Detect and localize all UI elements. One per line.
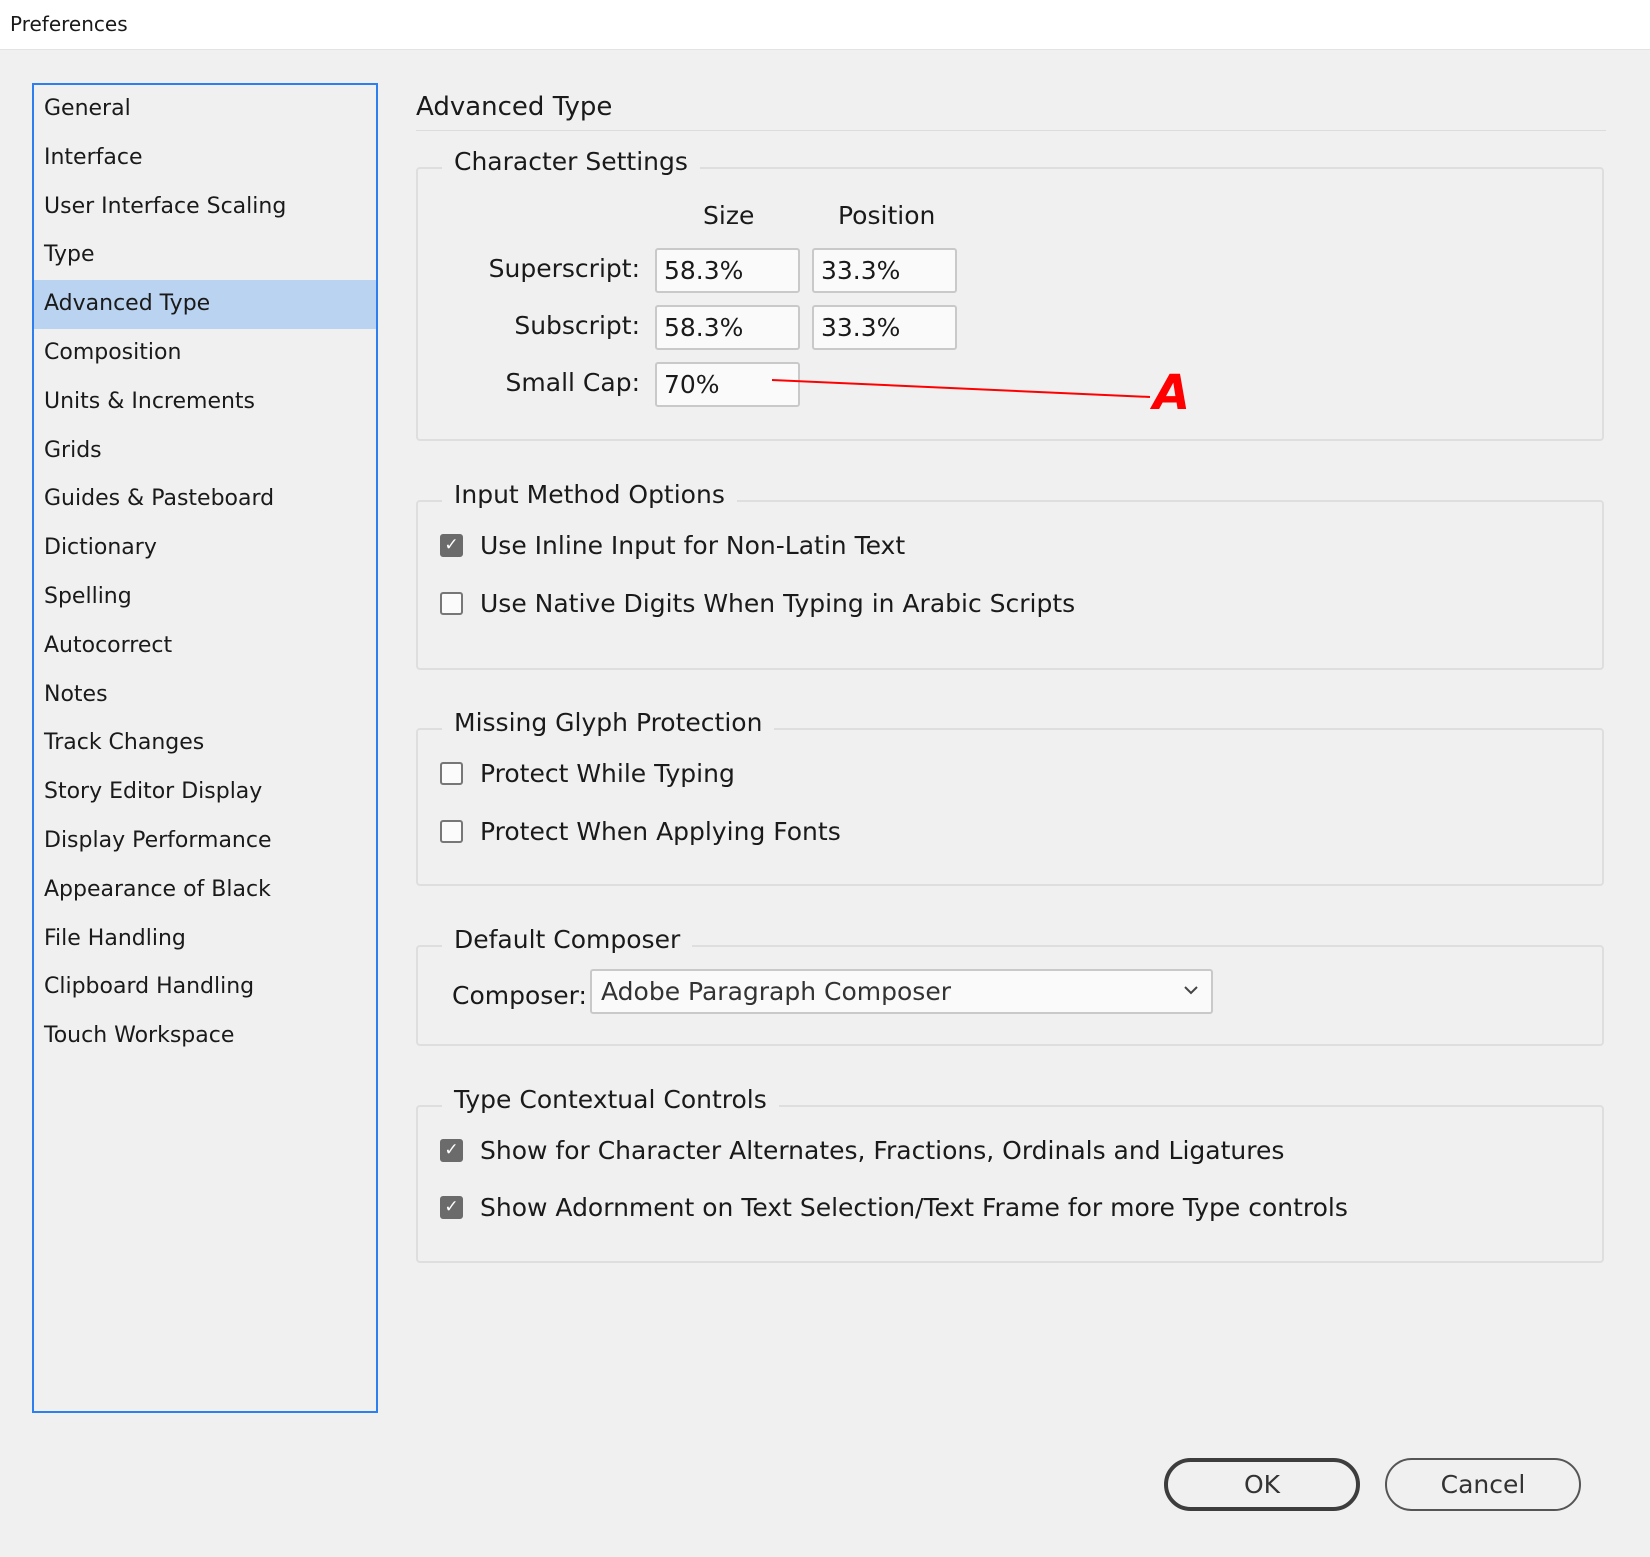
size-column-header: Size [703,201,755,230]
sidebar-item-general[interactable]: General [34,85,376,134]
composer-label: Composer: [452,981,587,1010]
default-composer-group: Default Composer Composer: Adobe Paragra… [416,925,1604,1046]
missing-glyph-protection-legend: Missing Glyph Protection [442,708,775,737]
sidebar-item-user-interface-scaling[interactable]: User Interface Scaling [34,183,376,232]
superscript-size-field[interactable]: 58.3% [655,248,800,293]
native-digits-label: Use Native Digits When Typing in Arabic … [480,588,1076,618]
subscript-label: Subscript: [514,311,640,340]
ok-button[interactable]: OK [1164,1458,1360,1511]
protect-applying-fonts-checkbox[interactable] [440,819,463,843]
position-column-header: Position [838,201,936,230]
inline-input-label: Use Inline Input for Non-Latin Text [480,530,906,560]
protect-while-typing-label: Protect While Typing [480,758,735,788]
sidebar-item-interface[interactable]: Interface [34,134,376,183]
sidebar-item-story-editor-display[interactable]: Story Editor Display [34,768,376,817]
show-adornment-option[interactable]: ✓ Show Adornment on Text Selection/Text … [440,1190,1348,1224]
character-alternates-label: Show for Character Alternates, Fractions… [480,1135,1285,1165]
sidebar-item-units-and-increments[interactable]: Units & Increments [34,378,376,427]
character-settings-legend: Character Settings [442,147,700,176]
show-adornment-checkbox[interactable]: ✓ [440,1195,463,1219]
preferences-category-list[interactable]: General Interface User Interface Scaling Ty… [32,83,378,1413]
composer-select[interactable]: Adobe Paragraph Composer [590,969,1213,1014]
sidebar-item-dictionary[interactable]: Dictionary [34,524,376,573]
cancel-button[interactable]: Cancel [1385,1458,1581,1511]
native-digits-checkbox[interactable] [440,591,463,615]
superscript-position-field[interactable]: 33.3% [812,248,957,293]
sidebar-item-notes[interactable]: Notes [34,671,376,720]
panel-divider [416,130,1606,131]
default-composer-legend: Default Composer [442,925,693,954]
sidebar-item-guides-and-pasteboard[interactable]: Guides & Pasteboard [34,475,376,524]
composer-select-value: Adobe Paragraph Composer [601,977,951,1006]
inline-input-option[interactable]: ✓ Use Inline Input for Non-Latin Text [440,528,905,562]
protect-applying-fonts-option[interactable]: Protect When Applying Fonts [440,814,841,848]
sidebar-item-grids[interactable]: Grids [34,427,376,476]
subscript-size-field[interactable]: 58.3% [655,305,800,350]
protect-while-typing-checkbox[interactable] [440,761,463,785]
small-cap-label: Small Cap: [505,368,640,397]
superscript-label: Superscript: [488,254,640,283]
native-digits-option[interactable]: Use Native Digits When Typing in Arabic … [440,586,1075,620]
show-adornment-label: Show Adornment on Text Selection/Text Fr… [480,1192,1348,1222]
sidebar-item-display-performance[interactable]: Display Performance [34,817,376,866]
sidebar-item-touch-workspace[interactable]: Touch Workspace [34,1012,376,1061]
sidebar-item-composition[interactable]: Composition [34,329,376,378]
sidebar-item-spelling[interactable]: Spelling [34,573,376,622]
sidebar-item-clipboard-handling[interactable]: Clipboard Handling [34,963,376,1012]
small-cap-size-field[interactable]: 70% [655,362,800,407]
sidebar-item-type[interactable]: Type [34,231,376,280]
type-contextual-controls-legend: Type Contextual Controls [442,1085,779,1114]
inline-input-checkbox[interactable]: ✓ [440,533,463,557]
protect-while-typing-option[interactable]: Protect While Typing [440,756,735,790]
protect-applying-fonts-label: Protect When Applying Fonts [480,816,841,846]
sidebar-item-advanced-type[interactable]: Advanced Type [34,280,376,329]
input-method-options-group: Input Method Options ✓ Use Inline Input … [416,480,1604,670]
panel-title: Advanced Type [416,92,613,122]
character-alternates-option[interactable]: ✓ Show for Character Alternates, Fractio… [440,1133,1284,1167]
character-alternates-checkbox[interactable]: ✓ [440,1138,463,1162]
type-contextual-controls-group: Type Contextual Controls ✓ Show for Char… [416,1085,1604,1263]
sidebar-item-track-changes[interactable]: Track Changes [34,719,376,768]
subscript-position-field[interactable]: 33.3% [812,305,957,350]
sidebar-item-appearance-of-black[interactable]: Appearance of Black [34,866,376,915]
missing-glyph-protection-group: Missing Glyph Protection Protect While T… [416,708,1604,886]
annotation-label-a: A [1153,365,1191,421]
input-method-options-legend: Input Method Options [442,480,737,509]
sidebar-item-autocorrect[interactable]: Autocorrect [34,622,376,671]
chevron-down-icon [1184,986,1198,995]
window-title: Preferences [10,12,128,36]
title-bar: Preferences [0,0,1650,50]
sidebar-item-file-handling[interactable]: File Handling [34,915,376,964]
character-settings-group: Character Settings Size Position Supersc… [416,147,1604,441]
